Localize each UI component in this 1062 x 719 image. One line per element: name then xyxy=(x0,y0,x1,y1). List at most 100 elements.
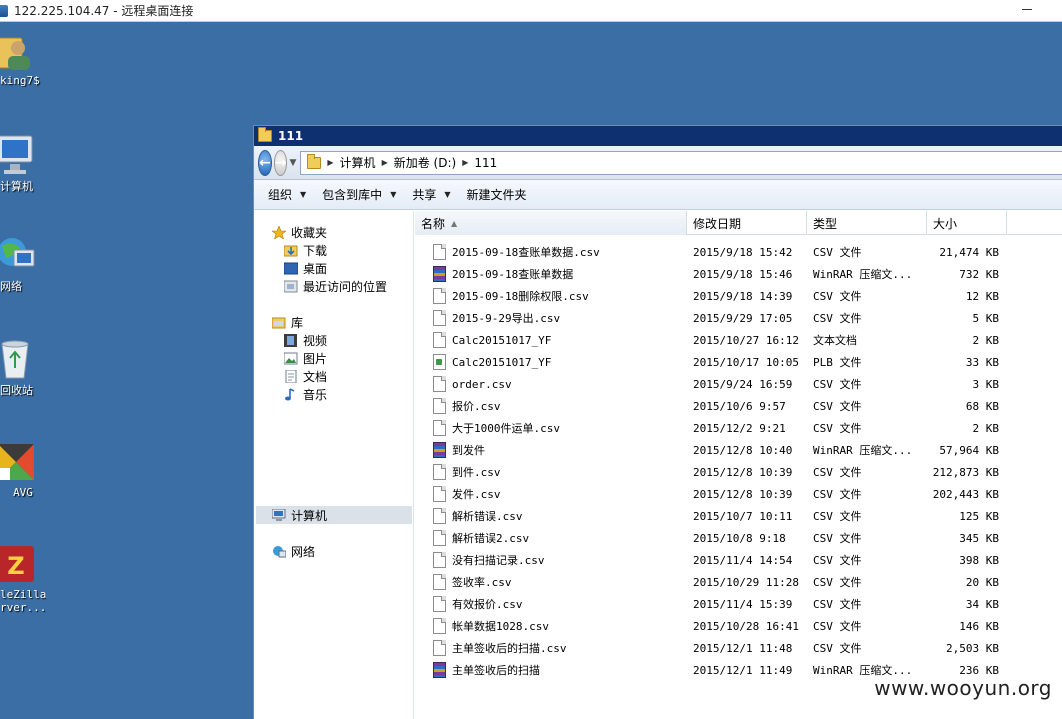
window-title-bar[interactable]: 111 xyxy=(254,126,1062,146)
file-name: 到件.csv xyxy=(452,466,501,479)
chevron-right-icon[interactable]: ▶ xyxy=(462,158,468,167)
file-row[interactable]: 2015-09-18查账单数据 2015/9/18 15:46 WinRAR 压缩文… xyxy=(415,263,1062,285)
nav-documents[interactable]: 文档 xyxy=(284,367,327,385)
nav-libraries[interactable]: 库 xyxy=(271,313,303,331)
file-size: 68 KB xyxy=(965,399,999,413)
minimize-icon[interactable] xyxy=(1022,9,1032,10)
file-size: 732 KB xyxy=(959,267,999,281)
file-type: CSV 文件 xyxy=(813,620,862,633)
nav-music[interactable]: 音乐 xyxy=(284,385,327,403)
file-row[interactable]: 到件.csv 2015/12/8 10:39 CSV 文件 212,873 KB xyxy=(415,461,1062,483)
nav-pictures[interactable]: 图片 xyxy=(283,349,327,367)
plb-file-icon xyxy=(433,354,446,370)
file-row[interactable]: Calc20151017_YF 2015/10/17 10:05 PLB 文件 33 … xyxy=(415,351,1062,373)
file-date: 2015/10/27 16:12 xyxy=(693,333,799,347)
file-type: CSV 文件 xyxy=(813,246,862,259)
file-size: 2 KB xyxy=(972,333,1000,347)
file-date: 2015/10/29 11:28 xyxy=(693,575,799,589)
file-date: 2015/12/1 11:49 xyxy=(693,663,793,677)
file-name-cell: Calc20151017_YF xyxy=(415,332,687,348)
history-dropdown-icon[interactable]: ▼ xyxy=(289,158,296,168)
command-bar: 组织 ▼ 包含到库中 ▼ 共享 ▼ 新建文件夹 xyxy=(254,180,1062,210)
nav-favorites[interactable]: 收藏夹 xyxy=(271,223,327,241)
file-row[interactable]: 有效报价.csv 2015/11/4 15:39 CSV 文件 34 KB xyxy=(415,593,1062,615)
back-button[interactable]: ← xyxy=(258,149,272,176)
file-type: CSV 文件 xyxy=(813,576,862,589)
chevron-down-icon: ▼ xyxy=(390,190,397,199)
desktop-icon-avg[interactable]: AVG xyxy=(0,442,46,499)
file-name: 主单签收后的扫描.csv xyxy=(452,642,567,655)
file-row[interactable]: Calc20151017_YF 2015/10/27 16:12 文本文档 2 KB xyxy=(415,329,1062,351)
column-header-type[interactable]: 类型 xyxy=(807,211,927,235)
organize-button[interactable]: 组织 ▼ xyxy=(260,186,314,203)
csv-file-icon xyxy=(433,640,446,656)
file-name-cell: 到发件 xyxy=(415,442,687,458)
nav-recent-places[interactable]: 最近访问的位置 xyxy=(283,277,387,295)
file-date: 2015/12/8 10:39 xyxy=(693,487,793,501)
forward-button[interactable]: → xyxy=(273,149,288,176)
file-name-cell: 主单签收后的扫描 xyxy=(415,662,687,678)
video-icon xyxy=(284,333,298,347)
desktop-icon-network[interactable]: 网络 xyxy=(0,234,46,294)
file-row[interactable]: 签收率.csv 2015/10/29 11:28 CSV 文件 20 KB xyxy=(415,571,1062,593)
breadcrumb-computer[interactable]: 计算机 xyxy=(340,154,376,171)
csv-file-icon xyxy=(433,244,446,260)
file-size: 12 KB xyxy=(965,289,999,303)
share-button[interactable]: 共享 ▼ xyxy=(404,186,458,203)
csv-file-icon xyxy=(433,288,446,304)
downloads-folder-icon xyxy=(283,244,298,257)
nav-videos[interactable]: 视频 xyxy=(284,331,327,349)
csv-file-icon xyxy=(433,552,446,568)
chevron-right-icon[interactable]: ▶ xyxy=(382,158,388,167)
file-row[interactable]: 解析错误.csv 2015/10/7 10:11 CSV 文件 125 KB xyxy=(415,505,1062,527)
file-date: 2015/9/18 14:39 xyxy=(693,289,793,303)
winrar-archive-icon xyxy=(433,662,446,678)
file-row[interactable]: 解析错误2.csv 2015/10/8 9:18 CSV 文件 345 KB xyxy=(415,527,1062,549)
column-header-name[interactable]: 名称 ▲ xyxy=(415,211,687,235)
chevron-right-icon[interactable]: ▶ xyxy=(327,158,333,167)
file-size: 20 KB xyxy=(965,575,999,589)
file-row[interactable]: order.csv 2015/9/24 16:59 CSV 文件 3 KB xyxy=(415,373,1062,395)
file-name-cell: 帐单数据1028.csv xyxy=(415,618,687,634)
nav-downloads[interactable]: 下载 xyxy=(283,241,327,259)
new-folder-button[interactable]: 新建文件夹 xyxy=(459,186,535,203)
include-library-button[interactable]: 包含到库中 ▼ xyxy=(314,186,404,203)
address-row: ← → ▼ ▶ 计算机 ▶ 新加卷 (D:) ▶ 111 xyxy=(254,146,1062,180)
file-row[interactable]: 到发件 2015/12/8 10:40 WinRAR 压缩文... 57,964 KB xyxy=(415,439,1062,461)
nav-desktop[interactable]: 桌面 xyxy=(283,259,327,277)
csv-file-icon xyxy=(433,486,446,502)
file-row[interactable]: 大于1000件运单.csv 2015/12/2 9:21 CSV 文件 2 KB xyxy=(415,417,1062,439)
column-header-date[interactable]: 修改日期 xyxy=(687,211,807,235)
file-name: Calc20151017_YF xyxy=(452,333,552,347)
file-row[interactable]: 没有扫描记录.csv 2015/11/4 14:54 CSV 文件 398 KB xyxy=(415,549,1062,571)
nav-network[interactable]: 网络 xyxy=(272,542,315,560)
breadcrumb-folder[interactable]: 111 xyxy=(474,156,497,170)
desktop-icon-user[interactable]: king7$ xyxy=(0,30,46,87)
file-size: 34 KB xyxy=(965,597,999,611)
address-bar[interactable]: ▶ 计算机 ▶ 新加卷 (D:) ▶ 111 xyxy=(300,150,1062,175)
file-row[interactable]: 发件.csv 2015/12/8 10:39 CSV 文件 202,443 KB xyxy=(415,483,1062,505)
file-row[interactable]: 帐单数据1028.csv 2015/10/28 16:41 CSV 文件 146 KB xyxy=(415,615,1062,637)
file-date: 2015/10/7 10:11 xyxy=(693,509,793,523)
file-row[interactable]: 2015-09-18查账单数据.csv 2015/9/18 15:42 CSV 文件… xyxy=(415,241,1062,263)
nav-computer[interactable]: 计算机 xyxy=(271,506,327,524)
desktop-icon-computer[interactable]: 计算机 xyxy=(0,134,46,194)
file-row[interactable]: 报价.csv 2015/10/6 9:57 CSV 文件 68 KB xyxy=(415,395,1062,417)
file-rows: 2015-09-18查账单数据.csv 2015/9/18 15:42 CSV 文件… xyxy=(415,235,1062,681)
desktop-icon-filezilla[interactable]: Z leZilla rver... xyxy=(0,544,46,614)
file-name: 签收率.csv xyxy=(452,576,512,589)
file-name-cell: 解析错误2.csv xyxy=(415,530,687,546)
column-header-size[interactable]: 大小 xyxy=(927,211,1007,235)
file-row[interactable]: 主单签收后的扫描.csv 2015/12/1 11:48 CSV 文件 2,503 K… xyxy=(415,637,1062,659)
csv-file-icon xyxy=(433,310,446,326)
file-row[interactable]: 2015-9-29导出.csv 2015/9/29 17:05 CSV 文件 5 KB xyxy=(415,307,1062,329)
file-date: 2015/10/28 16:41 xyxy=(693,619,799,633)
file-date: 2015/11/4 15:39 xyxy=(693,597,793,611)
file-date: 2015/9/18 15:46 xyxy=(693,267,793,281)
file-row[interactable]: 2015-09-18删除权限.csv 2015/9/18 14:39 CSV 文件 1… xyxy=(415,285,1062,307)
file-name-cell: 有效报价.csv xyxy=(415,596,687,612)
folder-icon xyxy=(258,127,272,142)
user-folder-icon xyxy=(0,30,36,70)
breadcrumb-drive[interactable]: 新加卷 (D:) xyxy=(394,154,456,171)
desktop-icon-recycle-bin[interactable]: 回收站 xyxy=(0,338,46,398)
